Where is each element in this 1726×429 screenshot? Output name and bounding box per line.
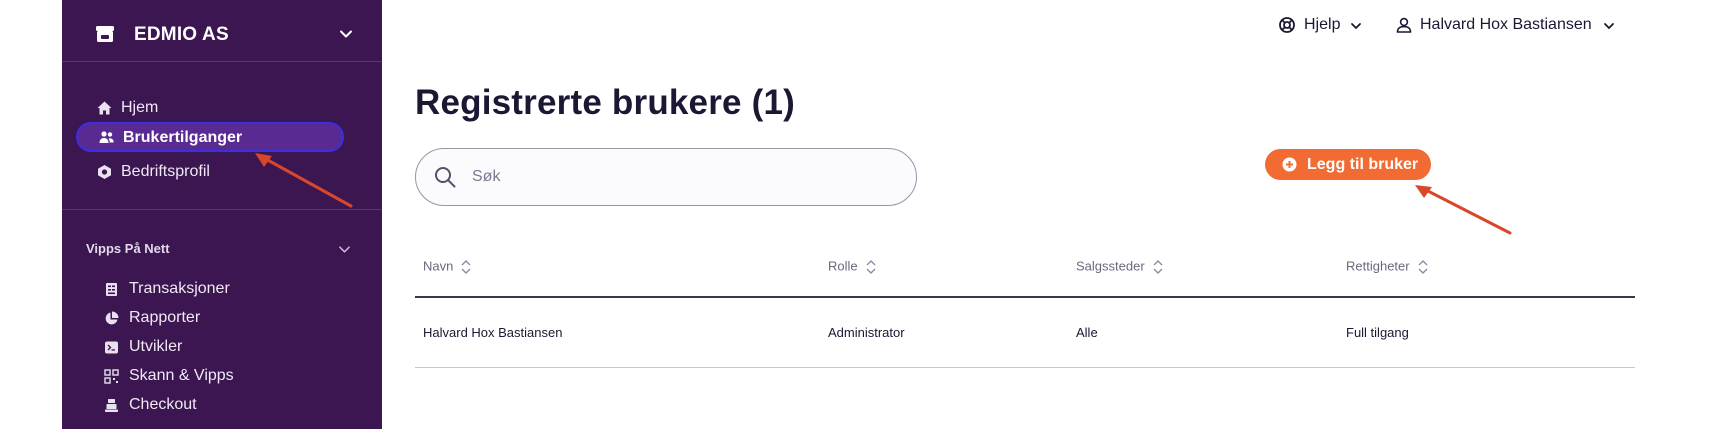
page-title: Registrerte brukere (1)	[415, 83, 796, 122]
user-menu[interactable]: Halvard Hox Bastiansen	[1395, 14, 1625, 38]
column-header-salgssteder[interactable]: Salgssteder	[1076, 258, 1164, 278]
cell-rolle: Administrator	[828, 325, 905, 340]
sidebar-item-hjem[interactable]: Hjem	[76, 93, 344, 123]
sidebar-item-label: Checkout	[129, 396, 197, 413]
chevron-down-icon	[340, 30, 352, 38]
sidebar-item-label: Hjem	[121, 99, 159, 116]
sidebar-item-label: Brukertilganger	[123, 129, 243, 146]
sidebar-item-label: Transaksjoner	[129, 280, 230, 297]
search-box[interactable]	[415, 148, 917, 206]
sidebar-item-label: Utvikler	[129, 338, 183, 355]
column-header-navn[interactable]: Navn	[423, 258, 472, 278]
user-name: Halvard Hox Bastiansen	[1420, 16, 1592, 33]
sidebar-item-transaksjoner[interactable]: Transaksjoner	[104, 278, 344, 302]
user-icon	[1396, 17, 1412, 33]
table-header-divider	[415, 296, 1635, 298]
sidebar-item-label: Rapporter	[129, 309, 201, 326]
column-header-rolle[interactable]: Rolle	[828, 258, 877, 278]
column-header-rettigheter[interactable]: Rettigheter	[1346, 258, 1429, 278]
sidebar-item-utvikler[interactable]: Utvikler	[104, 336, 344, 360]
chevron-down-icon	[1351, 23, 1361, 30]
sidebar-item-label: Bedriftsprofil	[121, 163, 210, 180]
organization-switcher[interactable]: EDMIO AS	[62, 0, 382, 62]
section-title-vipps-pa-nett[interactable]: Vipps På Nett	[86, 241, 170, 256]
sidebar-divider	[62, 209, 382, 210]
column-header-label: Rolle	[828, 258, 858, 274]
users-icon	[99, 131, 114, 143]
sidebar-item-label: Skann & Vipps	[129, 367, 234, 384]
annotation-arrow-add-button	[1415, 185, 1512, 235]
help-lifebuoy-icon	[1279, 17, 1295, 33]
sort-icon	[1153, 260, 1163, 274]
organization-name: EDMIO AS	[134, 24, 229, 45]
qr-code-icon	[104, 369, 119, 384]
help-menu[interactable]: Hjelp	[1278, 14, 1363, 38]
store-icon	[96, 26, 114, 42]
sidebar-item-checkout[interactable]: Checkout	[104, 394, 344, 418]
column-header-label: Navn	[423, 258, 454, 274]
chevron-down-icon	[1604, 23, 1614, 30]
receipt-icon	[106, 283, 117, 296]
column-header-label: Salgssteder	[1076, 258, 1145, 274]
home-icon	[97, 101, 112, 115]
sort-icon	[461, 260, 471, 274]
table-row-divider	[415, 367, 1635, 368]
sort-icon	[1418, 260, 1428, 274]
sidebar-item-skann-og-vipps[interactable]: Skann & Vipps	[104, 365, 344, 389]
add-user-button-label: Legg til bruker	[1307, 156, 1419, 173]
sidebar-item-bedriftsprofil[interactable]: Bedriftsprofil	[76, 157, 344, 187]
terminal-icon	[105, 341, 118, 354]
sidebar: EDMIO AS Hjem Brukertilganger Bedriftspr…	[62, 0, 382, 429]
sort-icon	[866, 260, 876, 274]
search-icon	[435, 167, 456, 188]
building-icon	[98, 165, 111, 179]
sidebar-item-rapporter[interactable]: Rapporter	[104, 307, 344, 331]
page-margin	[0, 0, 62, 429]
cell-salgssteder: Alle	[1076, 325, 1098, 340]
plus-circle-icon	[1282, 157, 1297, 172]
add-user-button[interactable]: Legg til bruker	[1265, 149, 1431, 180]
cell-rettigheter: Full tilgang	[1346, 325, 1409, 340]
sidebar-item-brukertilganger[interactable]: Brukertilganger	[76, 122, 344, 152]
chevron-down-icon[interactable]	[338, 243, 351, 256]
pie-chart-icon	[105, 311, 119, 325]
cash-register-icon	[105, 399, 118, 412]
cell-navn: Halvard Hox Bastiansen	[423, 325, 563, 340]
column-header-label: Rettigheter	[1346, 258, 1410, 274]
help-label: Hjelp	[1304, 16, 1341, 33]
search-input[interactable]	[472, 164, 892, 190]
